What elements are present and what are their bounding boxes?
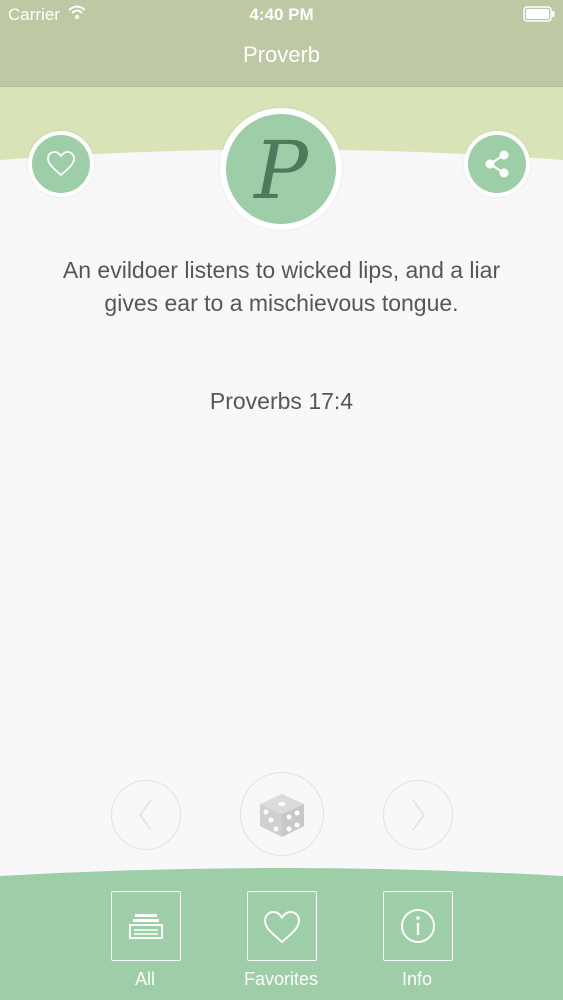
page-title: Proverb (242, 42, 321, 67)
status-time: 4:40 PM (249, 5, 314, 24)
tab-all[interactable] (111, 891, 181, 961)
random-button[interactable] (240, 772, 324, 856)
status-bar: Carrier 4:40 PM (0, 0, 563, 28)
logo-letter: P (254, 124, 308, 217)
logo-badge: P (220, 108, 342, 230)
tab-info[interactable] (383, 891, 453, 961)
previous-button[interactable] (111, 780, 181, 850)
heart-icon (263, 910, 301, 944)
tab-info-label: Info (401, 969, 433, 989)
chevron-left-icon (139, 799, 152, 831)
favorite-button[interactable] (28, 131, 94, 197)
heart-icon (47, 151, 75, 177)
dice-icon (260, 794, 304, 837)
nav-bar: Proverb (0, 28, 563, 87)
tab-favorites-label: Favorites (243, 969, 319, 989)
next-button[interactable] (383, 780, 453, 850)
share-icon (485, 150, 509, 178)
info-icon (401, 909, 435, 943)
share-button[interactable] (464, 131, 530, 197)
tab-all-label: All (134, 969, 155, 989)
tab-favorites[interactable] (247, 891, 317, 961)
chevron-right-icon (412, 799, 425, 831)
battery-icon (523, 6, 555, 22)
proverb-reference: Proverbs 17:4 (209, 388, 354, 414)
tray-icon (129, 914, 163, 939)
proverb-text: An evildoer listens to wicked lips, and … (62, 257, 501, 316)
